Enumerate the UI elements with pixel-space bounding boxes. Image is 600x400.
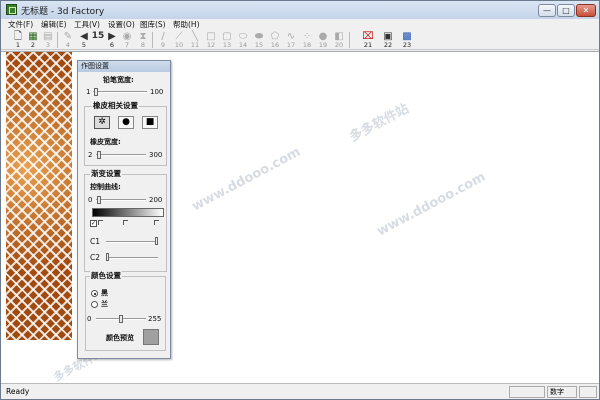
pen-width-label: 铅笔宽度: bbox=[103, 76, 134, 84]
new-file-button[interactable]: 🗋 1 bbox=[11, 31, 25, 49]
control-curve-slider[interactable] bbox=[97, 196, 101, 204]
eraser-width-label: 橡皮宽度: bbox=[90, 138, 121, 146]
ellipse-tool-button[interactable]: ⬭ 14 bbox=[236, 31, 250, 49]
panel-title: 作图设置 bbox=[78, 61, 170, 72]
control-curve-max: 200 bbox=[149, 196, 163, 204]
window-title: 无标题 - 3d Factory bbox=[21, 7, 105, 17]
shape-tool-button[interactable]: ◧ 20 bbox=[332, 31, 346, 49]
menu-tools[interactable]: 工具(V) bbox=[74, 19, 100, 30]
toolbar-separator bbox=[152, 32, 153, 48]
next-button[interactable]: ▶ 6 bbox=[105, 31, 119, 49]
watermark: 多多软件站 bbox=[347, 101, 412, 146]
save-button[interactable]: ▣ 22 bbox=[381, 31, 395, 49]
pen-width-slider[interactable] bbox=[94, 88, 98, 96]
gradient-stop-marker[interactable] bbox=[123, 220, 128, 225]
radio-black-label: 黑 bbox=[101, 289, 108, 297]
gradient-group-label: 渐变设置 bbox=[90, 169, 122, 178]
eraser-width-slider[interactable] bbox=[97, 151, 101, 159]
status-pane bbox=[579, 386, 597, 398]
pen-width-max: 100 bbox=[150, 88, 164, 96]
control-curve-track bbox=[96, 199, 146, 201]
status-text: Ready bbox=[6, 387, 30, 396]
watermark: www.ddooo.com bbox=[374, 169, 489, 240]
radio-white[interactable] bbox=[91, 301, 98, 308]
eraser-width-min: 2 bbox=[88, 151, 93, 159]
control-curve-label: 控制曲线: bbox=[90, 183, 121, 191]
eraser-group-label: 橡皮相关设置 bbox=[92, 101, 139, 110]
app-icon bbox=[6, 4, 17, 15]
minimize-button[interactable]: — bbox=[538, 4, 556, 17]
c2-label: C2 bbox=[90, 253, 101, 262]
radio-black[interactable] bbox=[91, 290, 98, 297]
radio-white-label: 兰 bbox=[101, 300, 108, 308]
gradient-stop-marker[interactable] bbox=[154, 220, 159, 225]
c2-track bbox=[106, 257, 158, 259]
frame-counter: 15 bbox=[91, 31, 105, 41]
curve-tool-button[interactable]: ∿ 17 bbox=[284, 31, 298, 49]
close-button[interactable]: ✕ bbox=[576, 4, 596, 17]
square-brush-icon: ■ bbox=[145, 117, 155, 127]
round-brush-icon: ● bbox=[122, 117, 130, 127]
num-lock-indicator: 数字 bbox=[547, 386, 577, 398]
filled-ellipse-tool-button[interactable]: ⬬ 15 bbox=[252, 31, 266, 49]
color-group-label: 颜色设置 bbox=[90, 271, 122, 280]
menu-settings[interactable]: 设置(O) bbox=[108, 19, 135, 30]
toolbar-separator bbox=[349, 32, 350, 48]
brush-tool-button[interactable]: ⟋ 10 bbox=[172, 31, 186, 49]
gradient-checkbox[interactable]: ✓ bbox=[90, 220, 97, 227]
eraser-width-max: 300 bbox=[149, 151, 163, 159]
toolbar-separator bbox=[57, 32, 58, 48]
color-preview-swatch bbox=[143, 329, 159, 345]
color-slider-max: 255 bbox=[148, 315, 162, 323]
title-bar: 无标题 - 3d Factory — □ ✕ bbox=[1, 1, 599, 19]
spray-tool-button[interactable]: ⁘ 18 bbox=[300, 31, 314, 49]
eraser-round-button[interactable]: ● bbox=[118, 116, 134, 129]
menu-help[interactable]: 帮助(H) bbox=[173, 19, 200, 30]
prev-button[interactable]: ◀ 5 bbox=[77, 31, 91, 49]
toolbar: 🗋 1 ▦ 2 ▤ 3 ✎ 4 ◀ 5 15 ▶ 6 ◉ 7 ⧗ 8 /9 ⟋ 10 ╲ 11 □ 1… bbox=[1, 30, 599, 50]
pencil-tool-button[interactable]: /9 bbox=[156, 31, 170, 49]
c2-slider[interactable] bbox=[106, 253, 109, 261]
gallery-button[interactable]: ▩ 23 bbox=[400, 31, 414, 49]
eraser-soft-button[interactable]: ✲ bbox=[94, 116, 110, 129]
c1-track bbox=[106, 241, 158, 243]
menu-bar: 文件(F) 编辑(E) 工具(V) 设置(O) 图库(S) 帮助(H) bbox=[1, 19, 599, 30]
menu-edit[interactable]: 编辑(E) bbox=[41, 19, 67, 30]
gradient-stop-marker[interactable] bbox=[98, 220, 103, 225]
menu-gallery[interactable]: 图库(S) bbox=[140, 19, 166, 30]
pen-button[interactable]: ✎ 4 bbox=[61, 31, 75, 49]
app-window: 无标题 - 3d Factory — □ ✕ 文件(F) 编辑(E) 工具(V)… bbox=[0, 0, 600, 400]
c1-label: C1 bbox=[90, 237, 101, 246]
eraser-button[interactable]: ⌧ 21 bbox=[361, 31, 375, 49]
watermark: www.ddooo.com bbox=[189, 144, 304, 215]
eraser-square-button[interactable]: ■ bbox=[142, 116, 158, 129]
control-curve-min: 0 bbox=[88, 196, 93, 204]
menu-file[interactable]: 文件(F) bbox=[8, 19, 33, 30]
filled-rect-tool-button[interactable]: ▢ 13 bbox=[220, 31, 234, 49]
view-button[interactable]: ◉ 7 bbox=[120, 31, 134, 49]
pen-width-track bbox=[93, 91, 147, 93]
eraser-width-track bbox=[96, 154, 146, 156]
maximize-button[interactable]: □ bbox=[557, 4, 575, 17]
polygon-tool-button[interactable]: ⬠ 16 bbox=[268, 31, 282, 49]
layers-button[interactable]: ▤ 3 bbox=[41, 31, 55, 49]
color-slider-min: 0 bbox=[87, 315, 92, 323]
c1-slider[interactable] bbox=[155, 237, 158, 245]
pen-width-min: 1 bbox=[86, 88, 91, 96]
soft-brush-icon: ✲ bbox=[98, 117, 106, 127]
timer-button[interactable]: ⧗ 8 bbox=[136, 31, 150, 49]
texture-image bbox=[6, 52, 72, 340]
gradient-preview-bar bbox=[92, 208, 164, 217]
fill-tool-button[interactable]: ● 19 bbox=[316, 31, 330, 49]
status-pane bbox=[509, 386, 545, 398]
status-bar: Ready 数字 bbox=[1, 383, 599, 399]
color-slider[interactable] bbox=[119, 315, 124, 323]
line-tool-button[interactable]: ╲ 11 bbox=[188, 31, 202, 49]
color-preview-label: 颜色预览 bbox=[106, 334, 134, 342]
rectangle-tool-button[interactable]: □ 12 bbox=[204, 31, 218, 49]
grid-button[interactable]: ▦ 2 bbox=[26, 31, 40, 49]
